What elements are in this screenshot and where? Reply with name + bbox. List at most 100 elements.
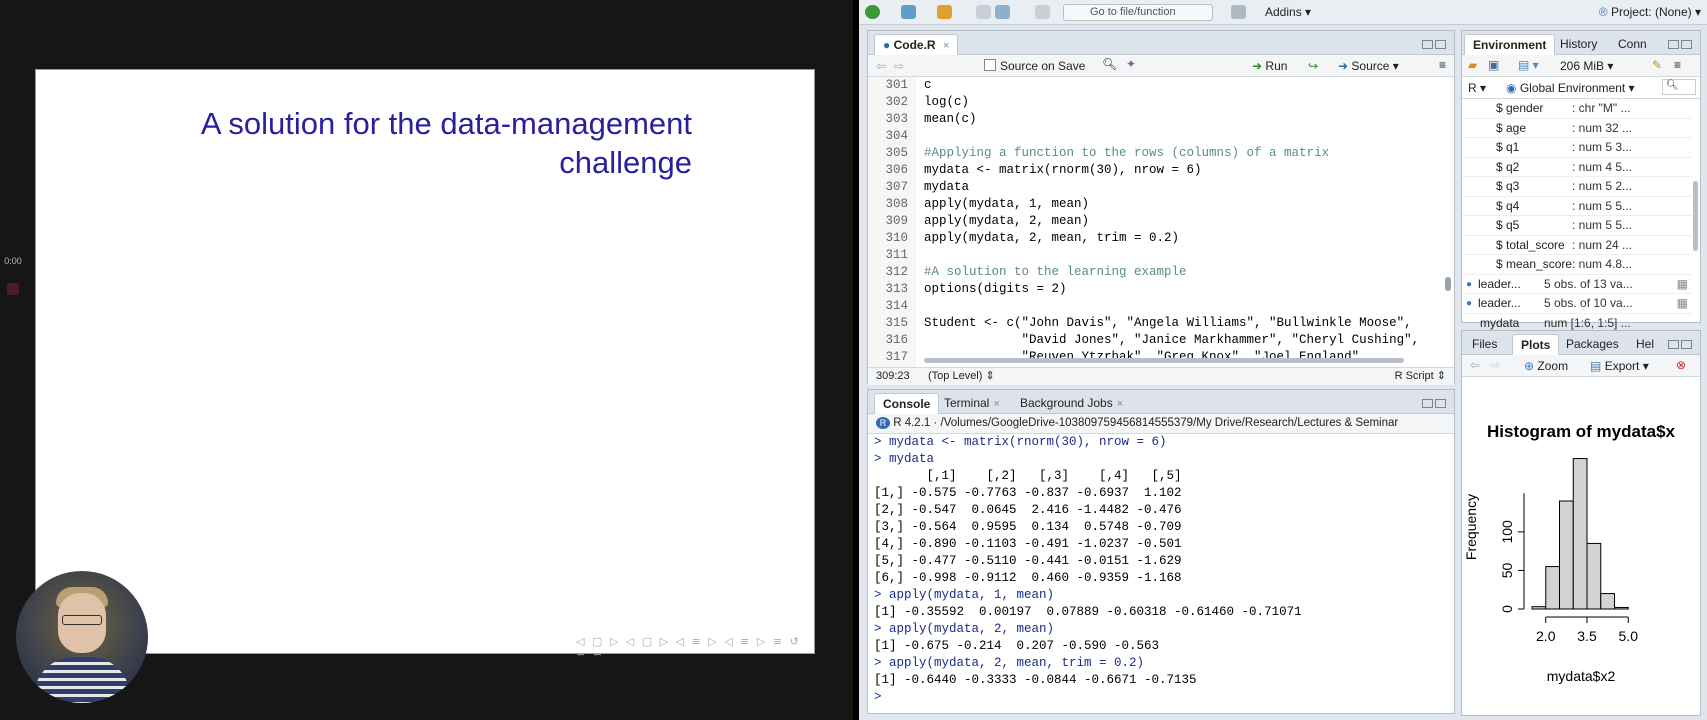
remove-plot-icon[interactable]: ⊗ <box>1676 358 1686 372</box>
working-directory[interactable]: /Volumes/GoogleDrive-1038097594568145553… <box>941 417 1399 429</box>
webcam-shirt <box>34 657 130 703</box>
magic-wand-icon[interactable]: ✦ <box>1126 57 1136 71</box>
new-project-icon[interactable] <box>901 5 916 19</box>
view-list-icon[interactable]: ≡ <box>1674 58 1681 72</box>
maximize-icon[interactable] <box>1681 40 1692 49</box>
editor-scroll-thumb[interactable] <box>1445 277 1451 291</box>
zoom-button[interactable]: ⊕ Zoom <box>1524 359 1568 373</box>
env-row[interactable]: $ total_score: num 24 ... <box>1462 236 1692 255</box>
file-type-selector[interactable]: R Script ⇕ <box>1395 368 1446 385</box>
histogram-bar <box>1586 542 1602 610</box>
back-arrow-icon[interactable]: ⇦ <box>876 59 886 73</box>
plots-window-buttons[interactable] <box>1666 338 1694 349</box>
save-icon[interactable] <box>976 5 991 19</box>
project-menu[interactable]: ® Project: (None) ▾ <box>1599 5 1701 19</box>
env-var-value: : chr "M" ... <box>1572 101 1631 115</box>
env-row[interactable]: $ q5: num 5 5... <box>1462 216 1692 236</box>
save-all-icon[interactable] <box>995 5 1010 19</box>
env-window-buttons[interactable] <box>1666 38 1694 49</box>
env-row[interactable]: $ mean_score: num 4.8... <box>1462 255 1692 275</box>
record-stop-button[interactable] <box>7 283 19 295</box>
env-row[interactable]: ● leader... 5 obs. of 10 va... ▦ <box>1462 294 1692 314</box>
tab-background-jobs[interactable]: Background Jobs × <box>1012 393 1131 414</box>
broom-icon[interactable]: ✎ <box>1652 58 1662 72</box>
env-row[interactable]: $ q4: num 5 5... <box>1462 197 1692 216</box>
import-dataset-icon[interactable]: ▤ ▾ <box>1518 58 1539 72</box>
close-icon[interactable]: × <box>1117 398 1123 410</box>
source-button[interactable]: ➜ Source ▾ <box>1338 59 1399 73</box>
slide-navigation[interactable]: ◁ ▢ ▷ ◁ ▢ ▷ ◁ ≡ ▷ ◁ ≡ ▷ ≡ ↺ ∽ ∽ <box>576 635 814 661</box>
x-axis-label: mydata$x2 <box>1547 668 1616 684</box>
file-type-label: R Script <box>1394 370 1434 382</box>
view-table-icon[interactable]: ▦ <box>1677 294 1688 313</box>
close-icon[interactable]: × <box>943 40 949 52</box>
tab-plots[interactable]: Plots <box>1512 334 1560 355</box>
console-window-buttons[interactable] <box>1420 397 1448 408</box>
tab-help[interactable]: Hel <box>1628 334 1662 355</box>
view-table-icon[interactable]: ▦ <box>1677 275 1688 294</box>
maximize-icon[interactable] <box>1435 399 1446 408</box>
env-row[interactable]: $ gender : chr "M" ... <box>1462 99 1692 119</box>
tab-console[interactable]: Console <box>874 393 940 414</box>
tab-history[interactable]: History <box>1552 34 1605 55</box>
env-scrollbar[interactable] <box>1693 181 1698 251</box>
env-row[interactable]: $ q3: num 5 2... <box>1462 177 1692 197</box>
editor-vertical-scrollbar[interactable] <box>1445 91 1451 361</box>
env-row[interactable]: ● leader... 5 obs. of 13 va... ▦ <box>1462 275 1692 294</box>
tab-code-r[interactable]: ● Code.R × <box>874 34 959 55</box>
env-row[interactable]: $ q2: num 4 5... <box>1462 158 1692 177</box>
source-on-save-checkbox[interactable] <box>984 59 996 71</box>
print-icon[interactable] <box>1035 5 1050 19</box>
grid-layout-icon[interactable] <box>1231 5 1246 19</box>
editor-window-buttons[interactable] <box>1420 38 1448 49</box>
forward-arrow-icon[interactable]: ⇨ <box>894 59 904 73</box>
minimize-icon[interactable] <box>1422 399 1433 408</box>
env-row[interactable]: $ age: num 32 ... <box>1462 119 1692 138</box>
run-arrow-icon: ➜ <box>1252 59 1263 73</box>
export-label: Export <box>1604 359 1640 373</box>
global-env-selector[interactable]: ◉ Global Environment ▾ <box>1506 81 1635 95</box>
save-workspace-icon[interactable]: ▣ <box>1488 58 1499 72</box>
env-var-name: leader... <box>1478 276 1521 291</box>
env-var-name: $ gender <box>1496 101 1544 115</box>
minimize-icon[interactable] <box>1668 40 1679 49</box>
env-search-input[interactable]: 🔍︎ <box>1662 79 1696 95</box>
minimize-icon[interactable] <box>1422 40 1433 49</box>
tab-environment[interactable]: Environment <box>1464 34 1556 55</box>
language-selector[interactable]: R ▾ <box>1468 81 1486 95</box>
load-workspace-icon[interactable]: ▰ <box>1468 58 1477 72</box>
search-icon[interactable]: 🔍︎ <box>1102 57 1117 71</box>
prev-plot-icon[interactable]: ⇦ <box>1470 358 1480 372</box>
rerun-icon[interactable]: ↪ <box>1308 59 1318 73</box>
next-plot-icon[interactable]: ⇨ <box>1490 358 1500 372</box>
open-file-icon[interactable] <box>937 5 952 19</box>
addins-menu[interactable]: Addins ▾ <box>1265 5 1311 19</box>
line-number: 304 <box>885 129 908 143</box>
tab-packages[interactable]: Packages <box>1558 334 1627 355</box>
minimize-icon[interactable] <box>1668 340 1679 349</box>
env-row[interactable]: $ q1: num 5 3... <box>1462 138 1692 158</box>
slide-title: A solution for the data-management chall… <box>132 104 692 182</box>
export-button[interactable]: ▤ Export ▾ <box>1590 359 1649 373</box>
console-output[interactable]: > mydata <- matrix(rnorm(30), nrow = 6) >… <box>874 434 1446 712</box>
maximize-icon[interactable] <box>1435 40 1446 49</box>
code-line: "David Jones", "Janice Markhammer", "Che… <box>924 333 1420 347</box>
slide: A solution for the data-management chall… <box>35 69 815 661</box>
goto-file-input[interactable]: Go to file/function <box>1063 4 1213 21</box>
run-button[interactable]: ➜ Run <box>1252 59 1287 73</box>
code-area[interactable]: c log(c) mean(c) #Applying a function to th… <box>924 77 1444 367</box>
tab-connections[interactable]: Conn <box>1610 34 1655 55</box>
code-line: c <box>924 78 932 92</box>
new-file-icon[interactable] <box>865 5 880 19</box>
dataframe-expand-icon[interactable]: ● <box>1466 275 1472 294</box>
x-tick-label: 3.5 <box>1577 628 1597 644</box>
tab-files[interactable]: Files <box>1464 334 1505 355</box>
scope-selector[interactable]: (Top Level) ⇕ <box>928 368 995 385</box>
tab-terminal[interactable]: Terminal × <box>936 393 1008 414</box>
close-icon[interactable]: × <box>993 398 999 410</box>
editor-horizontal-scrollbar[interactable] <box>924 358 1404 363</box>
outline-icon[interactable]: ≡ <box>1439 58 1446 72</box>
memory-usage[interactable]: 206 MiB ▾ <box>1560 59 1613 73</box>
dataframe-expand-icon[interactable]: ● <box>1466 294 1472 313</box>
maximize-icon[interactable] <box>1681 340 1692 349</box>
